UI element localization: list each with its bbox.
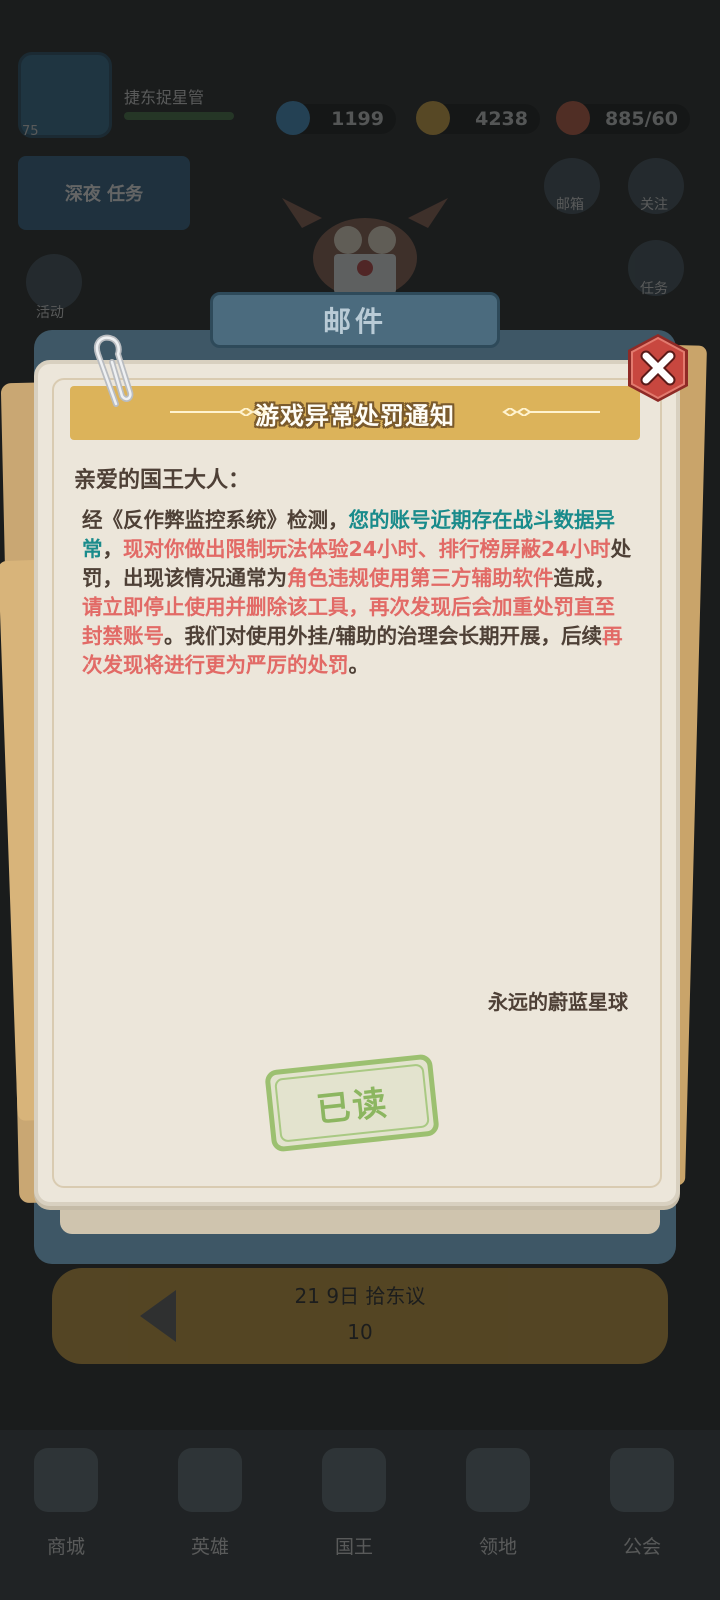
nav-label-shop: 商城 bbox=[46, 1536, 85, 1558]
body-highlight-red: 角色违规使用第三方辅助软件 bbox=[287, 566, 554, 590]
diamond-icon bbox=[276, 101, 310, 135]
player-level: 75 bbox=[22, 124, 39, 139]
mail-header: 邮件 bbox=[210, 292, 500, 348]
nav-item-guild[interactable]: 公会 bbox=[582, 1448, 702, 1559]
owl-mascot-icon bbox=[282, 198, 448, 298]
mail-header-title: 邮件 bbox=[322, 305, 387, 338]
mailbox-label: 邮箱 bbox=[556, 197, 584, 213]
body-highlight-red: 现对你做出限制玩法体验24小时、排行榜屏蔽24小时 bbox=[123, 537, 611, 561]
notice-title: 游戏异常处罚通知 bbox=[255, 401, 455, 430]
body-segment: 。 bbox=[348, 653, 370, 677]
notice-title-banner: 游戏异常处罚通知 bbox=[70, 386, 640, 440]
coin-icon bbox=[416, 101, 450, 135]
mail-signature: 永远的蔚蓝星球 bbox=[488, 990, 628, 1014]
strip-subtext: 10 bbox=[347, 1320, 373, 1344]
body-segment: 造成， bbox=[553, 566, 616, 590]
player-name: 捷东捉星管 bbox=[124, 88, 205, 107]
nav-item-king[interactable]: 国王 bbox=[294, 1448, 414, 1559]
coin-value: 4238 bbox=[475, 108, 528, 130]
nav-item-shop[interactable]: 商城 bbox=[6, 1448, 126, 1559]
banner-ornament-left-icon bbox=[170, 408, 268, 416]
read-stamp-label: 已读 bbox=[314, 1082, 391, 1131]
stamina-value: 885/60 bbox=[604, 108, 678, 130]
stamina-counter[interactable]: 885/60 bbox=[556, 101, 690, 135]
diamond-value: 1199 bbox=[331, 108, 384, 130]
stamina-icon bbox=[556, 101, 590, 135]
body-segment: 经《反作弊监控系统》检测， bbox=[82, 508, 349, 532]
castle-icon bbox=[466, 1448, 530, 1512]
guild-icon bbox=[610, 1448, 674, 1512]
crown-icon bbox=[322, 1448, 386, 1512]
body-segment: 。我们对使用外挂/辅助的治理会长期开展，后续 bbox=[164, 624, 602, 648]
strip-text: 21 9日 拾东议 bbox=[294, 1284, 426, 1308]
nav-label-heroes: 英雄 bbox=[190, 1536, 229, 1558]
body-segment: ， bbox=[102, 537, 124, 561]
nav-label-king: 国王 bbox=[334, 1536, 373, 1558]
close-button[interactable] bbox=[624, 332, 692, 404]
task-label: 任务 bbox=[640, 281, 668, 297]
diamond-counter[interactable]: 1199 bbox=[276, 101, 396, 135]
shop-icon bbox=[34, 1448, 98, 1512]
nav-label-territory: 领地 bbox=[478, 1536, 517, 1558]
banner-ornament-right-icon bbox=[502, 408, 600, 416]
mail-greeting: 亲爱的国王大人： bbox=[74, 468, 251, 493]
activity-label: 活动 bbox=[36, 305, 64, 321]
read-stamp: 已读 bbox=[264, 1053, 440, 1153]
xp-bar bbox=[124, 112, 234, 120]
nav-item-heroes[interactable]: 英雄 bbox=[150, 1448, 270, 1559]
heroes-icon bbox=[178, 1448, 242, 1512]
nav-item-territory[interactable]: 领地 bbox=[438, 1448, 558, 1559]
follow-label: 关注 bbox=[640, 197, 668, 213]
coin-counter[interactable]: 4238 bbox=[416, 101, 540, 135]
nav-label-guild: 公会 bbox=[622, 1536, 661, 1558]
mail-body: 经《反作弊监控系统》检测，您的账号近期存在战斗数据异常，现对你做出限制玩法体验2… bbox=[82, 506, 634, 680]
paperclip-icon bbox=[94, 334, 134, 407]
event-banner[interactable]: 深夜 任务 bbox=[18, 156, 190, 230]
